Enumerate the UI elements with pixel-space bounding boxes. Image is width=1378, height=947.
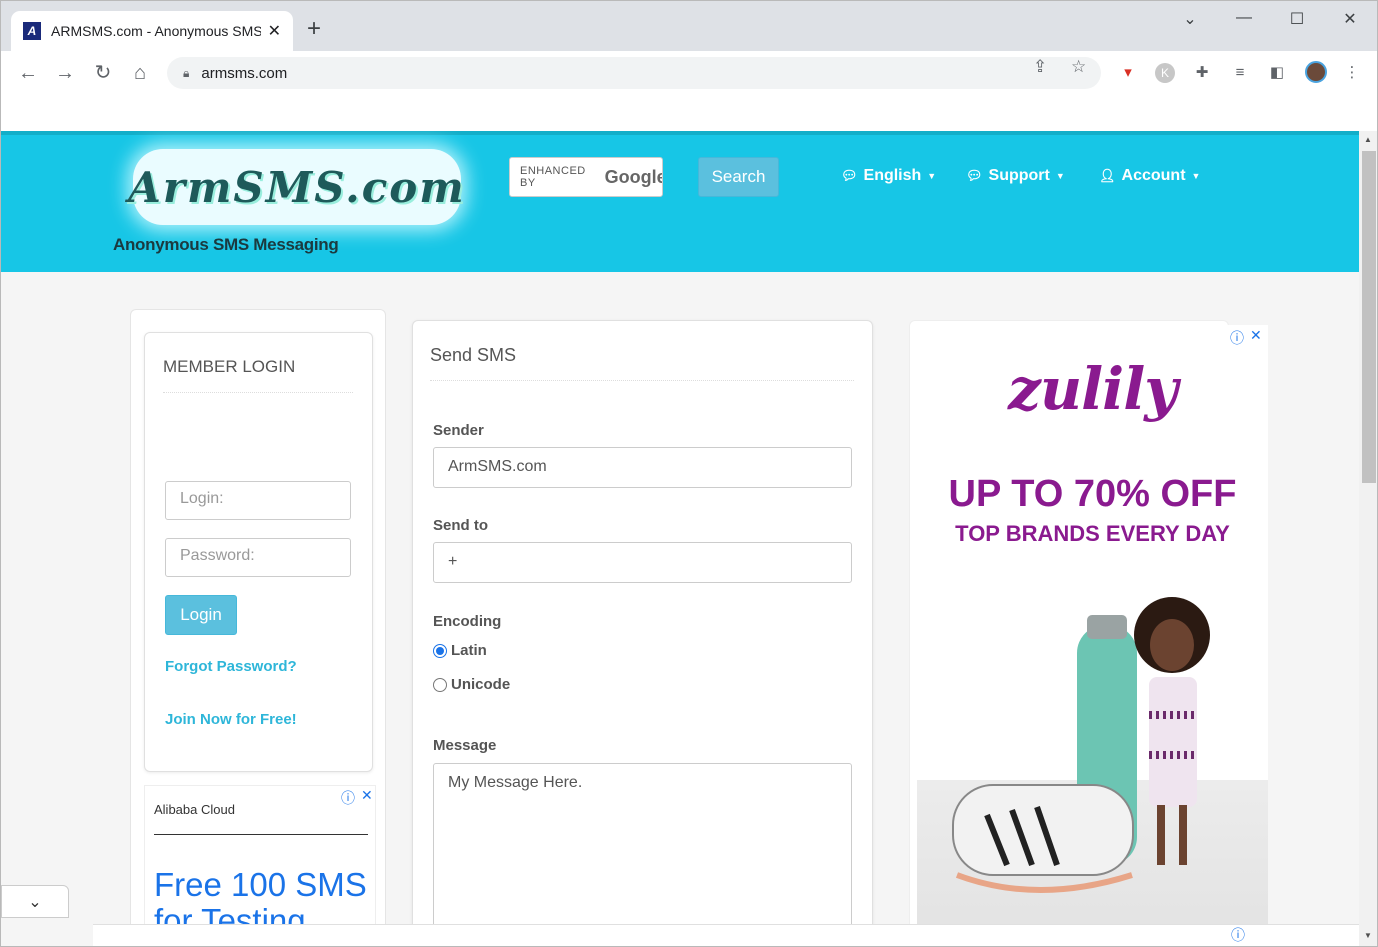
site-logo[interactable]: ArmSMS.com bbox=[128, 149, 464, 225]
chevron-down-icon: ⌄ bbox=[28, 893, 42, 911]
google-logo-text: Google bbox=[604, 166, 662, 187]
scroll-thumb[interactable] bbox=[1362, 151, 1376, 483]
forward-icon[interactable]: → bbox=[53, 61, 77, 85]
bottom-ad-bar[interactable]: ⓘ bbox=[93, 924, 1359, 946]
extensions-puzzle-icon[interactable]: ✚ bbox=[1192, 63, 1212, 83]
tab-title: ARMSMS.com - Anonymous SMS bbox=[51, 23, 261, 39]
ad-offer-sub: TOP BRANDS EVERY DAY bbox=[955, 521, 1230, 546]
back-icon[interactable]: ← bbox=[16, 61, 40, 85]
url-text[interactable]: armsms.com bbox=[201, 65, 287, 82]
sendto-input[interactable]: + bbox=[433, 542, 852, 583]
collapse-ad-button[interactable]: ⌄ bbox=[1, 885, 69, 918]
nav-support-label: Support bbox=[988, 167, 1050, 184]
search-enhanced-label: ENHANCED BY bbox=[520, 165, 586, 189]
login-button[interactable]: Login bbox=[165, 595, 237, 635]
zulily-logo: zulily bbox=[1008, 355, 1178, 423]
address-bar[interactable]: 🔒︎ armsms.com bbox=[167, 57, 1101, 89]
nav-account-label: Account bbox=[1121, 167, 1186, 184]
ad-info-icon[interactable]: ⓘ bbox=[1230, 328, 1244, 348]
site-tagline: Anonymous SMS Messaging bbox=[113, 235, 339, 254]
browser-toolbar: ← → ↻ ⌂ 🔒︎ armsms.com ⇪ ☆ ▾ K ✚ ≡ ◧ ⋮ bbox=[1, 51, 1377, 95]
extension-k-icon[interactable]: K bbox=[1155, 63, 1175, 83]
google-search-input[interactable]: ENHANCED BY Google bbox=[509, 157, 663, 197]
tab-search-icon[interactable]: ⌄ bbox=[1175, 9, 1205, 29]
reading-list-icon[interactable]: ≡ bbox=[1230, 63, 1250, 83]
join-now-link[interactable]: Join Now for Free! bbox=[165, 711, 297, 728]
ad-info-icon[interactable]: ⓘ bbox=[1231, 925, 1245, 945]
encoding-latin-radio[interactable]: Latin bbox=[433, 642, 487, 659]
encoding-unicode-radio[interactable]: Unicode bbox=[433, 676, 510, 693]
nav-language-label: English bbox=[863, 167, 922, 184]
caret-down-icon: ▼ bbox=[927, 171, 937, 181]
extension-shield-icon[interactable]: ▾ bbox=[1118, 63, 1138, 83]
maximize-button[interactable]: ☐ bbox=[1282, 9, 1312, 29]
nav-account[interactable]: 👤︎ Account ▼ bbox=[1099, 167, 1200, 185]
new-tab-button[interactable]: + bbox=[307, 17, 321, 41]
chat-icon: 💬︎ bbox=[841, 168, 858, 183]
site-favicon-icon: A bbox=[23, 22, 41, 40]
encoding-label: Encoding bbox=[433, 613, 502, 630]
ad-info-icon[interactable]: ⓘ bbox=[341, 788, 355, 808]
message-label: Message bbox=[433, 737, 497, 754]
send-sms-title: Send SMS bbox=[430, 345, 517, 365]
send-sms-panel: Send SMS Sender ArmSMS.com Send to + Enc… bbox=[412, 320, 873, 946]
scroll-down-arrow-icon[interactable]: ▼ bbox=[1364, 931, 1372, 940]
reload-icon[interactable]: ↻ bbox=[91, 61, 115, 85]
nav-language[interactable]: 💬︎ English ▼ bbox=[841, 167, 936, 185]
tab-active[interactable]: A ARMSMS.com - Anonymous SMS ✕ bbox=[11, 11, 293, 51]
radio-selected-icon[interactable] bbox=[433, 643, 447, 658]
ad-product-image bbox=[952, 597, 1210, 893]
divider bbox=[430, 380, 854, 381]
lock-icon[interactable]: 🔒︎ bbox=[183, 66, 189, 81]
home-icon[interactable]: ⌂ bbox=[128, 61, 152, 85]
profile-avatar[interactable] bbox=[1305, 61, 1327, 83]
page-scrollbar[interactable]: ▲ ▼ bbox=[1359, 131, 1377, 946]
side-panel-icon[interactable]: ◧ bbox=[1267, 63, 1287, 83]
ad-offer: UP TO 70% OFF bbox=[948, 473, 1237, 515]
ad-brand: Alibaba Cloud bbox=[154, 802, 235, 817]
password-input[interactable]: Password: bbox=[165, 538, 351, 577]
divider bbox=[154, 834, 368, 835]
radio-unselected-icon[interactable] bbox=[433, 677, 447, 692]
minimize-button[interactable]: — bbox=[1229, 9, 1259, 27]
encoding-latin-label: Latin bbox=[451, 642, 487, 659]
tab-close-icon[interactable]: ✕ bbox=[268, 21, 281, 41]
bookmark-star-icon[interactable]: ☆ bbox=[1071, 57, 1086, 77]
sendto-label: Send to bbox=[433, 517, 488, 534]
scroll-up-arrow-icon[interactable]: ▲ bbox=[1364, 135, 1372, 144]
ad-close-icon[interactable]: ✕ bbox=[1250, 327, 1262, 344]
close-window-button[interactable]: ✕ bbox=[1335, 9, 1365, 29]
tab-strip: A ARMSMS.com - Anonymous SMS ✕ + ⌄ — ☐ ✕ bbox=[1, 1, 1377, 51]
browser-window: A ARMSMS.com - Anonymous SMS ✕ + ⌄ — ☐ ✕… bbox=[0, 0, 1378, 947]
encoding-unicode-label: Unicode bbox=[451, 676, 511, 693]
search-button[interactable]: Search bbox=[698, 157, 779, 197]
zulily-ad[interactable]: ⓘ ✕ zulily UP TO 70% OFF TOP BRANDS EVER… bbox=[917, 325, 1268, 946]
member-login-title: MEMBER LOGIN bbox=[163, 357, 296, 376]
ad-headline: Free 100 SMS bbox=[154, 866, 367, 903]
user-icon: 👤︎ bbox=[1099, 168, 1116, 183]
member-login-box: MEMBER LOGIN Login: Password: Login Forg… bbox=[144, 332, 373, 772]
message-textarea[interactable]: My Message Here. bbox=[433, 763, 852, 946]
login-input[interactable]: Login: bbox=[165, 481, 351, 520]
sender-label: Sender bbox=[433, 422, 484, 439]
ad-close-icon[interactable]: ✕ bbox=[361, 787, 373, 804]
left-ad[interactable]: Alibaba Cloud ⓘ ✕ Free 100 SMS for Testi… bbox=[144, 785, 376, 946]
site-header: ArmSMS.com Anonymous SMS Messaging ENHAN… bbox=[1, 131, 1359, 272]
nav-support[interactable]: 💬︎ Support ▼ bbox=[966, 167, 1065, 185]
share-icon[interactable]: ⇪ bbox=[1033, 57, 1047, 77]
caret-down-icon: ▼ bbox=[1055, 171, 1065, 181]
sender-input[interactable]: ArmSMS.com bbox=[433, 447, 852, 488]
forgot-password-link[interactable]: Forgot Password? bbox=[165, 658, 297, 675]
menu-kebab-icon[interactable]: ⋮ bbox=[1342, 63, 1362, 83]
chat-icon: 💬︎ bbox=[966, 168, 983, 183]
divider bbox=[163, 392, 353, 393]
caret-down-icon: ▼ bbox=[1191, 171, 1201, 181]
